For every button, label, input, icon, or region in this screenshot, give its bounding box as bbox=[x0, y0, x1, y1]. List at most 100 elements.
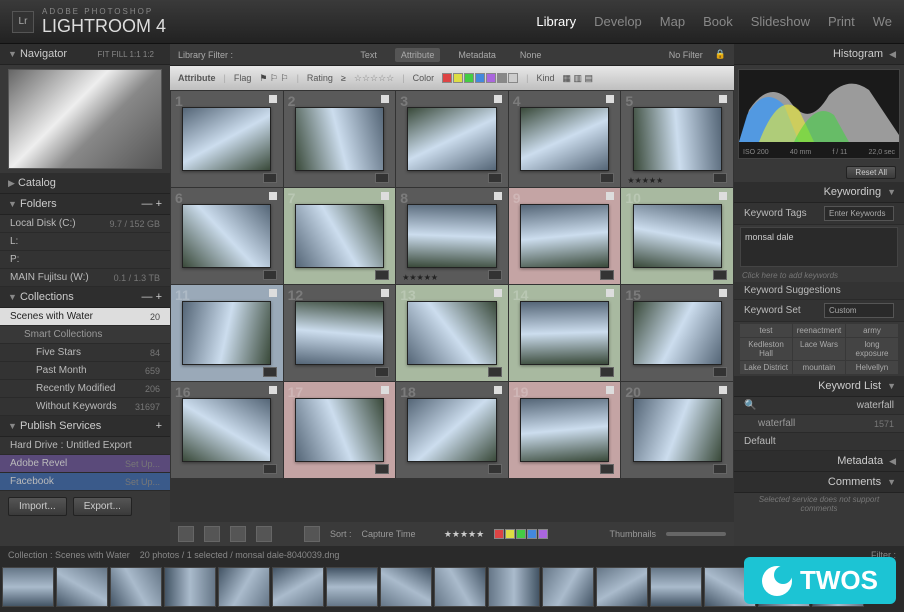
folder-item[interactable]: L: bbox=[0, 233, 170, 251]
grid-cell[interactable]: 9 bbox=[509, 188, 621, 284]
keyword-chip[interactable]: long exposure bbox=[846, 338, 898, 360]
add-publish-icon[interactable]: + bbox=[156, 420, 162, 432]
publish-item-revel[interactable]: Adobe RevelSet Up... bbox=[0, 455, 170, 473]
histogram-header[interactable]: Histogram ◀ bbox=[734, 44, 904, 65]
keyword-set-select[interactable] bbox=[824, 303, 894, 318]
lock-icon[interactable]: 🔒 bbox=[715, 49, 726, 60]
collection-item[interactable]: Five Stars84 bbox=[0, 344, 170, 362]
grid-cell[interactable]: 7 bbox=[284, 188, 396, 284]
filmstrip-thumb[interactable] bbox=[164, 567, 216, 607]
filter-tab-none[interactable]: None bbox=[514, 48, 548, 62]
histogram-display[interactable]: ISO 200 40 mm f / 11 22,0 sec bbox=[738, 69, 900, 159]
export-button[interactable]: Export... bbox=[73, 497, 132, 516]
comments-header[interactable]: Comments ▼ bbox=[734, 472, 904, 493]
status-collection[interactable]: Collection : Scenes with Water bbox=[8, 550, 130, 560]
add-collection-icon[interactable]: — + bbox=[142, 291, 162, 303]
reset-all-button[interactable]: Reset All bbox=[846, 166, 896, 179]
publish-header[interactable]: ▼ Publish Services + bbox=[0, 416, 170, 437]
collections-header[interactable]: ▼ Collections — + bbox=[0, 287, 170, 308]
keyword-list-header[interactable]: Keyword List ▼ bbox=[734, 376, 904, 397]
grid-cell[interactable]: 8★★★★★ bbox=[396, 188, 508, 284]
grid-cell[interactable]: 12 bbox=[284, 285, 396, 381]
filmstrip-thumb[interactable] bbox=[650, 567, 702, 607]
publish-item[interactable]: Hard Drive : Untitled Export bbox=[0, 437, 170, 455]
filmstrip-thumb[interactable] bbox=[218, 567, 270, 607]
metadata-header[interactable]: Metadata ◀ bbox=[734, 451, 904, 472]
compare-view-icon[interactable] bbox=[230, 526, 246, 542]
filmstrip-thumb[interactable] bbox=[488, 567, 540, 607]
keyword-chip[interactable]: mountain bbox=[793, 361, 845, 374]
keyword-chip[interactable]: test bbox=[740, 324, 792, 337]
filter-tab-attribute[interactable]: Attribute bbox=[395, 48, 441, 62]
keyword-chip[interactable]: army bbox=[846, 324, 898, 337]
add-folder-icon[interactable]: — + bbox=[142, 198, 162, 210]
grid-view-icon[interactable] bbox=[178, 526, 194, 542]
module-web[interactable]: We bbox=[873, 14, 892, 29]
grid-cell[interactable]: 20 bbox=[621, 382, 733, 478]
rating-operator[interactable]: ≥ bbox=[341, 73, 346, 83]
kind-icons[interactable]: ▦ ▥ ▤ bbox=[562, 73, 593, 84]
collection-item[interactable]: Past Month659 bbox=[0, 362, 170, 380]
collection-item-selected[interactable]: Scenes with Water20 bbox=[0, 308, 170, 326]
filmstrip-thumb[interactable] bbox=[272, 567, 324, 607]
painter-icon[interactable] bbox=[304, 526, 320, 542]
folders-header[interactable]: ▼ Folders — + bbox=[0, 194, 170, 215]
filmstrip-thumb[interactable] bbox=[110, 567, 162, 607]
grid-cell[interactable]: 16 bbox=[171, 382, 283, 478]
keyword-list-item[interactable]: waterfall1571 bbox=[734, 415, 904, 433]
filmstrip-thumb[interactable] bbox=[2, 567, 54, 607]
color-swatches[interactable] bbox=[442, 73, 518, 83]
collection-item[interactable]: Recently Modified206 bbox=[0, 380, 170, 398]
filmstrip-thumb[interactable] bbox=[56, 567, 108, 607]
grid-cell[interactable]: 2 bbox=[284, 91, 396, 187]
filmstrip-thumb[interactable] bbox=[326, 567, 378, 607]
filmstrip-thumb[interactable] bbox=[596, 567, 648, 607]
grid-cell[interactable]: 17 bbox=[284, 382, 396, 478]
filter-preset[interactable]: No Filter bbox=[669, 50, 703, 60]
grid-cell[interactable]: 14 bbox=[509, 285, 621, 381]
grid-cell[interactable]: 6 bbox=[171, 188, 283, 284]
keyword-chip[interactable]: Helvellyn bbox=[846, 361, 898, 374]
keyword-search-value[interactable]: waterfall bbox=[857, 400, 894, 411]
module-print[interactable]: Print bbox=[828, 14, 855, 29]
keyword-chip[interactable]: Kedleston Hall bbox=[740, 338, 792, 360]
keyword-add-hint[interactable]: Click here to add keywords bbox=[734, 269, 904, 282]
grid-cell[interactable]: 13 bbox=[396, 285, 508, 381]
folder-item[interactable]: P: bbox=[0, 251, 170, 269]
module-develop[interactable]: Develop bbox=[594, 14, 642, 29]
collection-item[interactable]: Without Keywords31697 bbox=[0, 398, 170, 416]
folder-item[interactable]: MAIN Fujitsu (W:)0.1 / 1.3 TB bbox=[0, 269, 170, 287]
rating-stars[interactable]: ☆☆☆☆☆ bbox=[354, 73, 394, 84]
grid-cell[interactable]: 5★★★★★ bbox=[621, 91, 733, 187]
navigator-preview[interactable] bbox=[8, 69, 162, 169]
rating-widget[interactable]: ★★★★★ bbox=[444, 529, 484, 540]
import-button[interactable]: Import... bbox=[8, 497, 67, 516]
folder-item[interactable]: Local Disk (C:)9.7 / 152 GB bbox=[0, 215, 170, 233]
grid-cell[interactable]: 3 bbox=[396, 91, 508, 187]
grid-cell[interactable]: 11 bbox=[171, 285, 283, 381]
module-book[interactable]: Book bbox=[703, 14, 733, 29]
thumbnail-size-slider[interactable] bbox=[666, 532, 726, 536]
grid-cell[interactable]: 19 bbox=[509, 382, 621, 478]
module-map[interactable]: Map bbox=[660, 14, 685, 29]
sort-field[interactable]: Capture Time bbox=[362, 529, 416, 539]
grid-cell[interactable]: 4 bbox=[509, 91, 621, 187]
grid-cell[interactable]: 18 bbox=[396, 382, 508, 478]
keywording-header[interactable]: Keywording ▼ bbox=[734, 182, 904, 203]
survey-view-icon[interactable] bbox=[256, 526, 272, 542]
navigator-header[interactable]: ▼ Navigator FIT FILL 1:1 1:2 bbox=[0, 44, 170, 65]
flag-icons[interactable]: ⚑ ⚐ ⚐ bbox=[259, 73, 288, 84]
grid-cell[interactable]: 10 bbox=[621, 188, 733, 284]
keyword-entry-box[interactable]: monsal dale bbox=[740, 227, 898, 267]
keyword-chip[interactable]: Lace Wars bbox=[793, 338, 845, 360]
loupe-view-icon[interactable] bbox=[204, 526, 220, 542]
publish-item-facebook[interactable]: FacebookSet Up... bbox=[0, 473, 170, 491]
keyword-suggestions-header[interactable]: Keyword Suggestions bbox=[734, 282, 904, 300]
keyword-mode-select[interactable] bbox=[824, 206, 894, 221]
keyword-default-row[interactable]: Default bbox=[734, 433, 904, 451]
filter-tab-metadata[interactable]: Metadata bbox=[452, 48, 502, 62]
color-label-widget[interactable] bbox=[494, 529, 548, 539]
keyword-chip[interactable]: reenactment bbox=[793, 324, 845, 337]
filter-tab-text[interactable]: Text bbox=[354, 48, 383, 62]
filmstrip-thumb[interactable] bbox=[542, 567, 594, 607]
